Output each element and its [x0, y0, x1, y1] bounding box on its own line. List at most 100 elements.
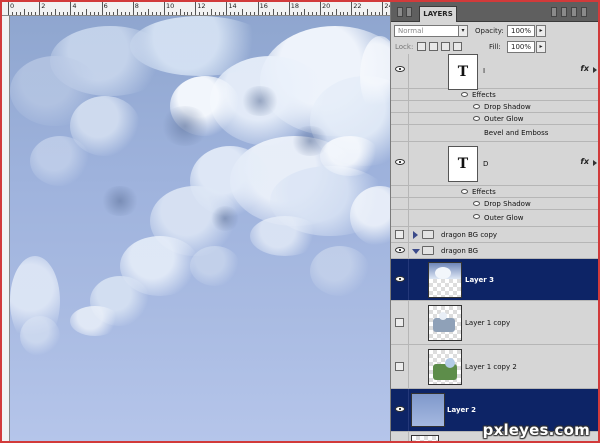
panel-grip-icon[interactable]	[551, 7, 557, 17]
effect-row[interactable]: Drop Shadow	[391, 101, 598, 113]
layer-group-row[interactable]: dragon BG	[391, 243, 598, 259]
ruler-tick	[261, 12, 263, 15]
eye-icon[interactable]	[395, 276, 405, 282]
ruler-tick	[206, 12, 208, 15]
ruler-tick	[253, 12, 255, 15]
ruler-tick	[308, 12, 310, 15]
lock-all-icon[interactable]	[453, 42, 462, 51]
opacity-input[interactable]: 100%	[507, 25, 535, 37]
tab-layers[interactable]: LAYERS	[419, 6, 457, 22]
ruler-tick	[316, 12, 318, 15]
eye-icon[interactable]	[473, 214, 480, 219]
ruler-tick	[191, 12, 193, 15]
hidden-visibility-box[interactable]	[395, 318, 404, 327]
visibility-cell[interactable]	[391, 89, 409, 100]
layer-row[interactable]: Layer 1 copy	[391, 301, 598, 345]
layer-group-row[interactable]: dragon BG copy	[391, 227, 598, 243]
visibility-cell[interactable]	[391, 345, 409, 388]
ruler-tick	[195, 2, 197, 15]
visibility-cell[interactable]	[391, 125, 409, 141]
eye-icon[interactable]	[461, 189, 468, 194]
layer-row-selected[interactable]: Layer 3	[391, 259, 598, 301]
effect-name: Bevel and Emboss	[484, 129, 549, 137]
eye-icon[interactable]	[395, 66, 405, 72]
lock-transparency-icon[interactable]	[417, 42, 426, 51]
ruler-tick	[152, 12, 154, 15]
visibility-cell[interactable]	[391, 54, 409, 88]
ruler-tick	[362, 12, 364, 15]
fx-icon[interactable]: fx	[580, 64, 589, 73]
blend-mode-select[interactable]: Normal	[394, 25, 468, 37]
visibility-cell[interactable]	[391, 210, 409, 226]
document-canvas[interactable]	[10, 16, 390, 441]
ruler-tick	[218, 12, 220, 15]
ruler-tick	[140, 12, 142, 15]
expand-effects-icon[interactable]	[593, 67, 597, 73]
visibility-cell[interactable]	[391, 243, 409, 258]
visibility-cell[interactable]	[391, 227, 409, 242]
eye-icon[interactable]	[395, 159, 405, 165]
ruler-number: 20	[322, 2, 331, 10]
cloud-shape	[250, 216, 320, 256]
collapse-group-icon[interactable]	[412, 249, 420, 254]
chevron-down-icon[interactable]: ▾	[458, 25, 468, 37]
panel-grip-icon[interactable]	[397, 7, 403, 17]
ruler-tick	[327, 12, 329, 15]
ruler-tick	[370, 12, 372, 15]
lock-position-icon[interactable]	[441, 42, 450, 51]
effect-row[interactable]: Outer Glow	[391, 113, 598, 125]
ruler-tick	[109, 12, 111, 15]
group-name: dragon BG	[441, 247, 479, 255]
eye-icon[interactable]	[395, 247, 405, 253]
ruler-tick	[347, 12, 349, 15]
layer-row-text[interactable]: T I fx	[391, 54, 598, 90]
eye-icon[interactable]	[473, 104, 480, 109]
visibility-cell[interactable]	[391, 101, 409, 112]
ruler-tick	[101, 2, 103, 15]
panel-menu-icon[interactable]	[581, 7, 587, 17]
visibility-cell[interactable]	[391, 259, 409, 300]
ruler-tick	[164, 2, 165, 15]
layer-name: I	[483, 67, 486, 75]
layer-row-text[interactable]: T D fx	[391, 142, 598, 186]
visibility-cell[interactable]	[391, 389, 409, 431]
visibility-cell[interactable]	[391, 198, 409, 209]
cloud-shadow	[290, 126, 330, 156]
visibility-cell[interactable]	[391, 142, 409, 185]
ruler-tick	[148, 9, 150, 15]
effects-label: Effects	[472, 188, 496, 196]
panel-grip-icon[interactable]	[406, 7, 412, 17]
effect-row[interactable]: Drop Shadow	[391, 198, 598, 210]
ruler-tick	[43, 12, 45, 15]
visibility-cell[interactable]	[391, 432, 409, 441]
hidden-visibility-box[interactable]	[395, 362, 404, 371]
fill-input[interactable]: 100%	[507, 41, 535, 53]
effect-row[interactable]: Bevel and Emboss	[391, 125, 598, 142]
panel-grip-icon[interactable]	[571, 7, 577, 17]
ruler-number: 2	[41, 2, 46, 10]
opacity-slider-arrow-icon[interactable]: ▸	[536, 25, 546, 37]
ruler-tick	[386, 12, 388, 15]
fill-slider-arrow-icon[interactable]: ▸	[536, 41, 546, 53]
ruler-tick	[78, 12, 80, 15]
ruler-tick	[374, 12, 376, 15]
expand-effects-icon[interactable]	[593, 160, 597, 166]
hidden-visibility-box[interactable]	[395, 230, 404, 239]
ruler-tick	[82, 12, 84, 15]
lock-pixels-icon[interactable]	[429, 42, 438, 51]
eye-icon[interactable]	[461, 92, 468, 97]
eye-icon[interactable]	[473, 116, 480, 121]
effect-row[interactable]: Outer Glow	[391, 210, 598, 227]
panel-grip-icon[interactable]	[561, 7, 567, 17]
expand-group-icon[interactable]	[413, 231, 418, 239]
visibility-cell[interactable]	[391, 186, 409, 197]
effects-row[interactable]: Effects	[391, 89, 598, 101]
layer-row[interactable]: Layer 1 copy 2	[391, 345, 598, 389]
fx-icon[interactable]: fx	[580, 157, 589, 166]
visibility-cell[interactable]	[391, 301, 409, 344]
effects-row[interactable]: Effects	[391, 186, 598, 198]
eye-icon[interactable]	[473, 201, 480, 206]
visibility-cell[interactable]	[391, 113, 409, 124]
eye-icon[interactable]	[395, 406, 405, 412]
ruler-tick	[66, 12, 68, 15]
